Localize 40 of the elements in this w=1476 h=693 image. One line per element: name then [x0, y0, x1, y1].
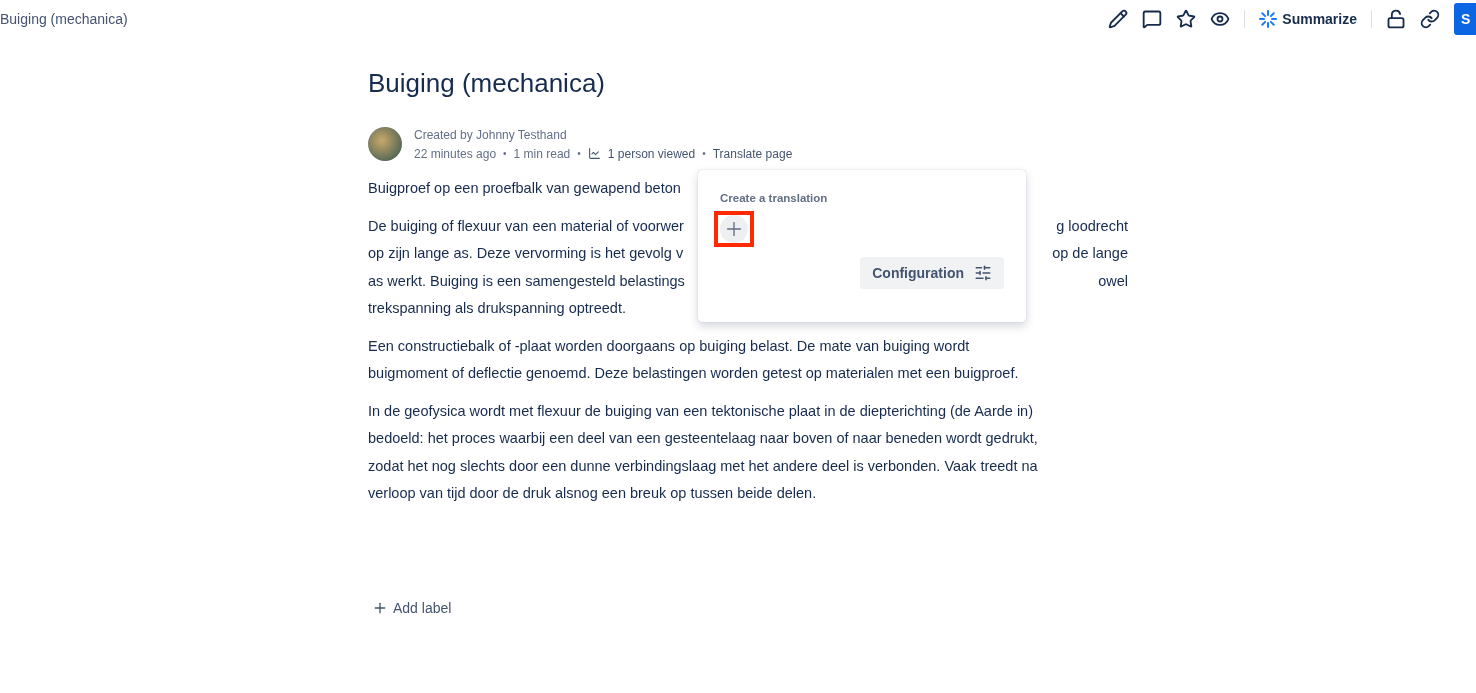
paragraph-text: op de lange: [1052, 244, 1128, 263]
eye-icon[interactable]: [1210, 9, 1231, 29]
sparkle-icon: [1259, 10, 1278, 28]
unlock-icon[interactable]: [1386, 9, 1406, 29]
separator-dot: •: [503, 148, 507, 159]
paragraph-text: bedoeld: het proces waarbij een deel van een gesteentelaag naar boven of naar beneden wordt gedrukt,: [368, 429, 1038, 448]
avatar: [368, 127, 402, 161]
configuration-button[interactable]: Configuration: [860, 257, 1004, 289]
chart-icon: [587, 147, 601, 160]
star-icon[interactable]: [1176, 9, 1197, 29]
share-button[interactable]: S: [1454, 3, 1476, 35]
paragraph-text: zodat het nog slechts door een dunne verbindingslaag met het andere deel is verbonden. Vaak treedt na: [368, 456, 1038, 476]
paragraph-text: In de geofysica wordt met flexuur de buiging van een tektonische plaat in de diepterichting (de Aarde in): [368, 401, 1033, 421]
paragraph-text: op zijn lange as. Deze vervorming is het gevolg v: [368, 244, 684, 263]
meta-text: 1 min read: [513, 146, 571, 161]
paragraph-text: Buigproef op een proefbalk van gewapend beton: [368, 179, 681, 198]
add-label-button[interactable]: Add label: [372, 599, 452, 616]
views-text: 1 person viewed: [607, 146, 696, 161]
paragraph-text: owel: [1098, 271, 1128, 291]
edit-icon[interactable]: [1108, 9, 1129, 29]
add-translation-button[interactable]: [714, 211, 754, 247]
breadcrumb[interactable]: Buiging (mechanica): [0, 11, 128, 27]
paragraph-text: Een constructiebalk of -plaat worden doorgaans op buiging belast. De mate van buiging wordt: [368, 336, 970, 356]
separator-dot: •: [702, 148, 706, 159]
separator-dot: •: [577, 148, 581, 159]
popup-heading: Create a translation: [720, 192, 829, 204]
page-title: Buiging (mechanica): [368, 68, 606, 99]
paragraph-text: verloop van tijd door de druk alsnog een breuk op tussen beide delen.: [368, 484, 817, 503]
paragraph-text: trekspanning als drukspanning optreedt.: [368, 299, 626, 318]
translate-link[interactable]: Translate page: [712, 146, 793, 161]
author-text: Created by Johnny Testhand: [414, 127, 568, 142]
paragraph-text: g loodrecht: [1056, 216, 1128, 236]
paragraph-text: buigmoment of deflectie genoemd. Deze belastingen worden getest op materialen met een buigproef.: [368, 364, 1019, 383]
sliders-icon: [974, 264, 992, 282]
paragraph-text: as werkt. Buiging is een samengesteld belastings: [368, 271, 685, 291]
summarize-button[interactable]: Summarize: [1259, 10, 1357, 28]
comment-icon[interactable]: [1142, 9, 1163, 29]
paragraph-text: De buiging of flexuur van een material of voorwer: [368, 216, 684, 236]
link-icon[interactable]: [1420, 9, 1440, 29]
meta-text: 22 minutes ago: [414, 146, 497, 161]
